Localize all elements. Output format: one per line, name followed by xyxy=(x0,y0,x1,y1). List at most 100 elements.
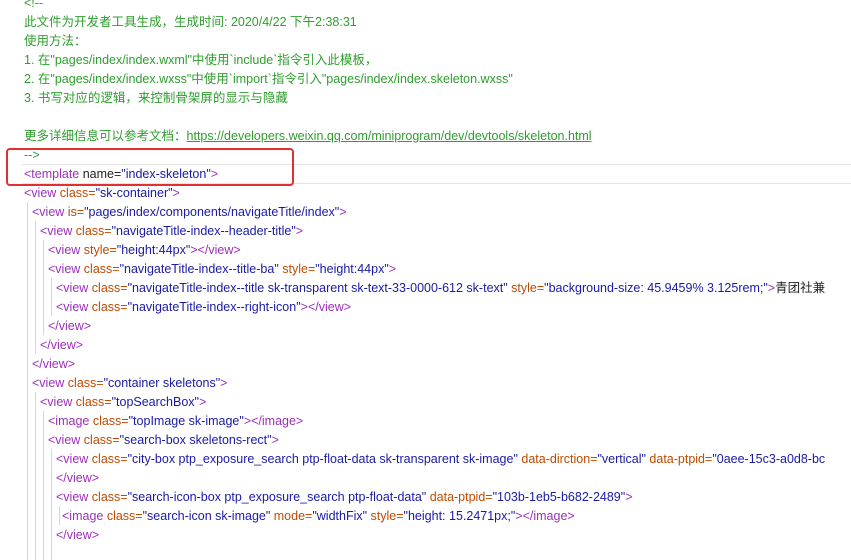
tag: <view xyxy=(56,281,89,295)
indent-guide xyxy=(35,221,36,354)
comment-open: <!-- xyxy=(24,0,44,10)
attr-value: "height:44px" xyxy=(116,243,191,257)
code-line-1: <view class="sk-container"> xyxy=(24,184,180,203)
tag: <view xyxy=(32,376,65,390)
tag-end: > xyxy=(172,186,180,200)
attr-value: "vertical" xyxy=(597,452,646,466)
attr-value: "navigateTitle-index--right-icon" xyxy=(127,300,301,314)
attr: class= xyxy=(103,509,143,523)
attr: style= xyxy=(278,262,316,276)
code-line-6: <view class="navigateTitle-index--title … xyxy=(56,279,825,298)
tag-end: ></view> xyxy=(190,243,241,257)
code-line-10: </view> xyxy=(32,357,76,371)
tag-end: ></image> xyxy=(243,414,304,428)
attr-value: "navigateTitle-index--title-ba" xyxy=(119,262,279,276)
code-line-17: <view class="search-icon-box ptp_exposur… xyxy=(56,488,633,507)
tag: <image xyxy=(62,509,104,523)
docs-link[interactable]: https://developers.weixin.qq.com/minipro… xyxy=(187,129,592,143)
code-line-14: <view class="search-box skeletons-rect"> xyxy=(48,431,279,450)
attr-value: "pages/index/components/navigateTitle/in… xyxy=(84,205,340,219)
highlight-box xyxy=(6,148,294,186)
indent-guide xyxy=(27,202,28,560)
attr-value: "topSearchBox" xyxy=(111,395,199,409)
indent-guide xyxy=(59,506,60,525)
attr-value: "city-box ptp_exposure_search ptp-float-… xyxy=(127,452,518,466)
indent-guide xyxy=(43,411,44,560)
attr: class= xyxy=(72,395,112,409)
attr: class= xyxy=(88,300,128,314)
attr-value: "search-icon sk-image" xyxy=(142,509,271,523)
comment-line-usage: 使用方法： xyxy=(24,34,87,48)
attr: class= xyxy=(80,433,120,447)
attr-value: "103b-1eb5-b682-2489" xyxy=(492,490,626,504)
code-line-3: <view class="navigateTitle-index--header… xyxy=(40,222,303,241)
attr: class= xyxy=(56,186,96,200)
attr: class= xyxy=(89,414,129,428)
code-line-2: <view is="pages/index/components/navigat… xyxy=(32,203,347,222)
attr: data-ptpid= xyxy=(645,452,713,466)
code-line-9: </view> xyxy=(40,338,84,352)
comment-line-step3: 3. 书写对应的逻辑，来控制骨架屏的显示与隐藏 xyxy=(24,91,288,105)
comment-line-docs: 更多详细信息可以参考文档：https://developers.weixin.q… xyxy=(24,127,592,146)
attr: class= xyxy=(88,281,128,295)
attr-value: "navigateTitle-index--title sk-transpare… xyxy=(127,281,508,295)
tag: <image xyxy=(48,414,90,428)
tag: <view xyxy=(48,243,81,257)
indent-guide xyxy=(51,278,52,316)
attr: class= xyxy=(88,490,128,504)
indent-guide xyxy=(43,240,44,335)
code-line-18: <image class="search-icon sk-image" mode… xyxy=(62,507,575,526)
tag: <view xyxy=(56,300,89,314)
tag: <view xyxy=(48,433,81,447)
comment-line-generated: 此文件为开发者工具生成，生成时间: 2020/4/22 下午2:38:31 xyxy=(24,15,357,29)
attr: data-dirction= xyxy=(517,452,598,466)
indent-guide xyxy=(35,392,36,560)
code-line-12: <view class="topSearchBox"> xyxy=(40,393,206,412)
tag: <view xyxy=(24,186,57,200)
tag-end: > xyxy=(271,433,279,447)
tag-end: > xyxy=(198,395,207,409)
code-line-8: </view> xyxy=(48,319,92,333)
attr: style= xyxy=(507,281,545,295)
attr: mode= xyxy=(270,509,313,523)
tag-end: ></image> xyxy=(515,509,575,523)
tag: <view xyxy=(56,452,89,466)
code-line-5: <view class="navigateTitle-index--title-… xyxy=(48,260,396,279)
code-line-4: <view style="height:44px"></view> xyxy=(48,241,241,260)
tag-end: > xyxy=(767,281,776,295)
code-line-7: <view class="navigateTitle-index--right-… xyxy=(56,298,351,317)
code-line-11: <view class="container skeletons"> xyxy=(32,374,227,393)
attr: class= xyxy=(88,452,128,466)
tag-end: ></view> xyxy=(300,300,352,314)
text-node: 青团社兼 xyxy=(775,281,826,295)
attr: class= xyxy=(72,224,112,238)
tag-end: > xyxy=(388,262,397,276)
attr: class= xyxy=(64,376,104,390)
tag: <view xyxy=(48,262,81,276)
attr: class= xyxy=(80,262,120,276)
tag: <view xyxy=(56,490,89,504)
code-line-13: <image class="topImage sk-image"></image… xyxy=(48,412,303,431)
tag-end: > xyxy=(625,490,633,504)
tag: <view xyxy=(40,224,73,238)
attr-value: "topImage sk-image" xyxy=(128,414,244,428)
tag-end: > xyxy=(220,376,228,390)
attr-value: "0aee-15c3-a0d8-bc xyxy=(712,452,826,466)
attr-value: "sk-container" xyxy=(95,186,173,200)
attr: style= xyxy=(80,243,117,257)
attr-value: "search-box skeletons-rect" xyxy=(119,433,272,447)
code-line-16: </view> xyxy=(56,471,100,485)
attr-value: "height:44px" xyxy=(315,262,389,276)
tag-end: > xyxy=(339,205,347,219)
attr-value: "height: 15.2471px;" xyxy=(403,509,516,523)
code-line-19: </view> xyxy=(56,528,100,542)
comment-docs-prefix: 更多详细信息可以参考文档： xyxy=(24,129,187,143)
attr: data-ptpid= xyxy=(426,490,493,504)
attr: is= xyxy=(64,205,85,219)
comment-line-step2: 2. 在"pages/index/index.wxss"中使用`import`指… xyxy=(24,72,513,86)
attr-value: "widthFix" xyxy=(312,509,368,523)
indent-guide xyxy=(51,449,52,560)
comment-line-step1: 1. 在"pages/index/index.wxml"中使用`include`… xyxy=(24,53,378,67)
attr-value: "container skeletons" xyxy=(103,376,221,390)
tag: <view xyxy=(32,205,65,219)
